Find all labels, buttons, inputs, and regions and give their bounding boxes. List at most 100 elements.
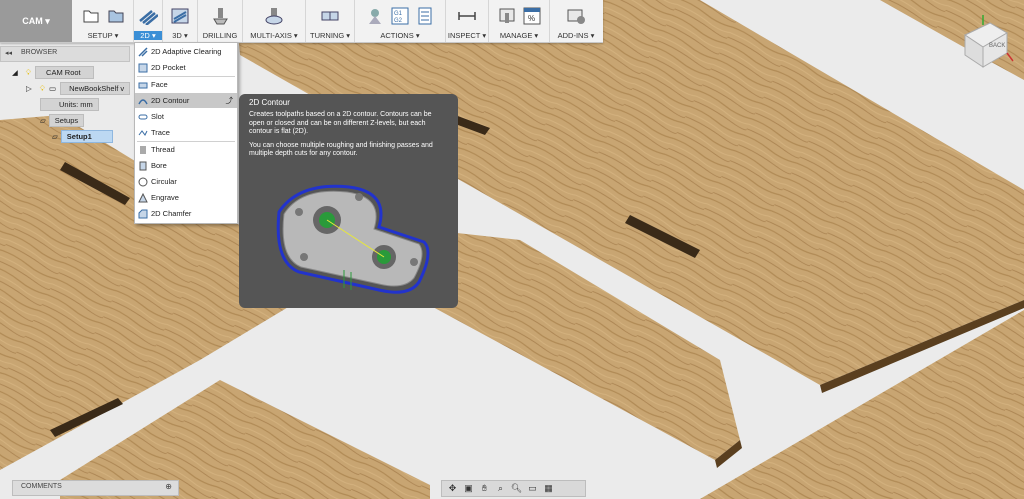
measure-icon [456,5,478,27]
toolbar-group-actions[interactable]: G1 G2 ACTIONS ▾ [355,0,446,42]
toolbar-group-inspect[interactable]: INSPECT ▾ [446,0,489,42]
inspect-label: INSPECT [447,31,481,40]
2d-icon [137,5,159,27]
chamfer-icon [137,209,149,219]
menu-item-label: Circular [151,177,177,186]
turning-label: TURNING [309,31,345,40]
svg-text:G2: G2 [394,18,403,24]
browser-header[interactable]: ◂◂ BROWSER [0,46,130,62]
add-ins-label: ADD-INS [557,31,589,40]
tooltip-illustration [276,184,430,294]
folder-icon [105,5,127,27]
tree-units[interactable]: Units: mm [40,98,99,111]
tree-cam-root[interactable]: ◢ 💡︎ CAM Root [12,66,94,79]
menu-item-engrave[interactable]: Engrave [135,190,237,205]
menu-item-2d-adaptive-clearing[interactable]: 2D Adaptive Clearing [135,44,237,59]
menu-item-thread[interactable]: Thread [135,142,237,157]
tree-setups[interactable]: ▱ Setups [40,114,85,127]
menu-item-bore[interactable]: Bore [135,158,237,173]
setup-label: SETUP [87,31,113,40]
drilling-icon [209,5,231,27]
workspace-switcher[interactable]: CAM ▾ [0,0,72,42]
menu-item-label: 2D Pocket [151,63,186,72]
menu-item-label: 2D Contour [151,96,190,105]
tree-model[interactable]: ▷ 💡︎ ▭ NewBookShelf v [26,82,131,95]
menu-item-label: 2D Chamfer [151,209,192,218]
collapse-icon[interactable]: ◂◂ [5,49,12,57]
tooltip-paragraph-1: Creates toolpaths based on a 2D contour.… [249,111,432,135]
menu-item-trace[interactable]: Trace [135,125,237,140]
pocket-icon [137,63,149,73]
post-process-icon: G1 G2 [389,5,411,27]
tree-setup1[interactable]: ▱ Setup1 [52,130,113,143]
pan-icon[interactable]: ✋︎ [478,482,491,495]
lightbulb-icon[interactable]: 💡︎ [40,84,45,94]
workspace-label: CAM [22,16,43,26]
2d-dropdown-menu: 2D Adaptive Clearing 2D Pocket Face 2D C… [134,42,238,224]
face-icon [137,80,149,90]
menu-item-circular[interactable]: Circular [135,174,237,189]
add-ins-icon [565,5,587,27]
zoom-icon[interactable]: ⌕ [494,482,507,495]
2d-label: 2D [140,31,150,40]
grid-settings-icon[interactable]: ▦ [542,482,555,495]
bore-icon [137,161,149,171]
simulate-icon [364,5,386,27]
toolbar-group-setup[interactable]: SETUP ▾ [73,0,134,42]
toolbar-group-2d[interactable]: 2D ▾ [134,0,163,42]
setups-label: Setups [48,114,85,127]
engrave-icon [137,192,149,203]
tooltip-2d-contour: 2D Contour Creates toolpaths based on a … [239,94,458,308]
expand-arrow-icon[interactable]: ▷ [26,84,32,93]
menu-item-slot[interactable]: Slot [135,109,237,124]
menu-item-label: Slot [151,112,164,121]
lightbulb-icon[interactable]: 💡︎ [26,68,31,78]
menu-item-label: Engrave [151,193,179,202]
toolbar-group-drilling[interactable]: DRILLING [198,0,243,42]
drilling-label: DRILLING [202,31,238,40]
expand-arrow-icon[interactable]: ◢ [12,68,18,77]
multi-axis-label: MULTI-AXIS [250,31,292,40]
multi-axis-icon [263,5,285,27]
add-comment-icon[interactable]: ⊕ [165,482,172,491]
trace-icon [137,128,149,138]
actions-label: ACTIONS [380,31,414,40]
svg-text:%: % [528,14,535,23]
toolbar-group-manage[interactable]: % MANAGE ▾ [489,0,550,42]
manage-label: MANAGE [499,31,533,40]
circular-icon [137,177,149,187]
comments-panel[interactable]: COMMENTS ⊕ [12,480,179,496]
display-settings-icon[interactable]: ▭ [526,482,539,495]
menu-item-label: Face [151,80,168,89]
comments-label: COMMENTS [21,483,62,490]
units-value: mm [80,100,93,109]
tooltip-paragraph-2: You can choose multiple roughing and fin… [249,141,433,158]
view-cube-label: BACK [989,43,1006,49]
zoom-window-icon[interactable]: 🔍︎ [510,482,523,495]
template-icon: % [521,5,543,27]
setup-icon: ▱ [52,132,58,141]
menu-item-label: Trace [151,128,170,137]
toolbar-group-add-ins[interactable]: ADD-INS ▾ [550,0,602,42]
menu-item-2d-pocket[interactable]: 2D Pocket [135,60,237,75]
menu-item-label: Bore [151,161,167,170]
toolbar: CAM ▾ SETUP ▾ 2D ▾ 3D ▾ DRILLING MULTI-A… [0,0,603,43]
toolbar-group-turning[interactable]: TURNING ▾ [306,0,355,42]
turning-icon [319,5,341,27]
view-cube[interactable]: BACK [955,15,1015,70]
menu-item-2d-contour[interactable]: 2D Contour ⤴ [135,93,237,108]
toolbar-group-3d[interactable]: 3D ▾ [163,0,198,42]
look-at-icon[interactable]: ▣ [462,482,475,495]
tooltip-body: Creates toolpaths based on a 2D contour.… [249,111,449,164]
setup-sheet-icon [414,5,436,27]
menu-item-2d-chamfer[interactable]: 2D Chamfer [135,206,237,221]
pin-icon[interactable]: ⤴ [226,95,234,106]
toolbar-group-multi-axis[interactable]: MULTI-AXIS ▾ [243,0,306,42]
model-label: NewBookShelf v [60,82,131,95]
orbit-icon[interactable]: ✥ [446,482,459,495]
3d-label: 3D [172,31,182,40]
tool-library-icon [496,5,518,27]
units-box: Units: mm [40,98,99,111]
menu-item-face[interactable]: Face [135,77,237,92]
svg-text:G1: G1 [394,11,403,17]
